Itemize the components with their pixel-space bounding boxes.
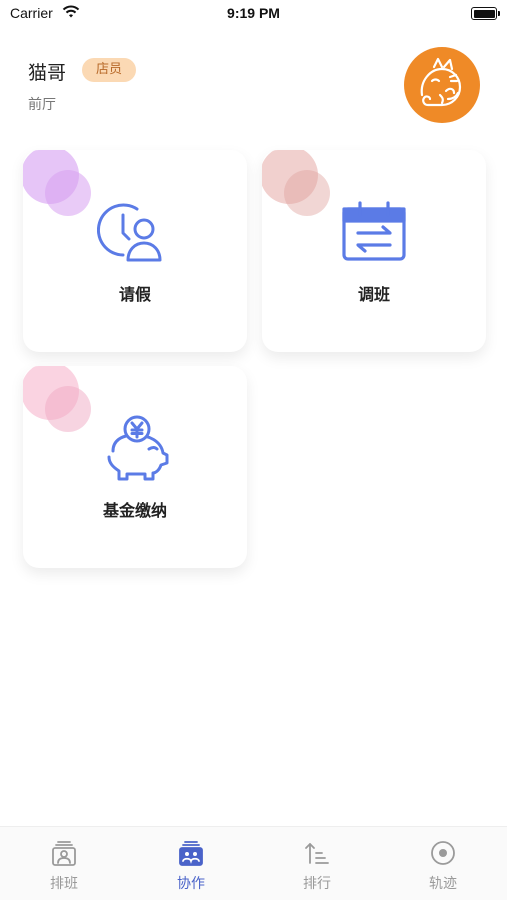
- tab-track-label: 轨迹: [429, 876, 457, 892]
- rank-icon: [305, 843, 329, 864]
- department-label: 前厅: [28, 97, 56, 113]
- track-icon: [431, 841, 455, 865]
- tab-collab-label: 协作: [177, 876, 205, 892]
- schedule-icon: [52, 841, 76, 866]
- battery-icon: [471, 7, 500, 20]
- status-bar: Carrier 9:19 PM: [0, 0, 507, 30]
- avatar[interactable]: [404, 47, 480, 123]
- decorative-blob: [45, 170, 91, 216]
- collab-icon: [179, 841, 203, 866]
- tab-collab[interactable]: 协作: [128, 827, 254, 900]
- leave-card-label: 请假: [118, 285, 151, 304]
- shift-swap-card-label: 调班: [357, 285, 390, 304]
- fund-payment-card-label: 基金缴纳: [102, 501, 167, 520]
- role-badge: 店员: [82, 58, 137, 82]
- decorative-blob: [45, 386, 91, 432]
- tab-rank-label: 排行: [303, 876, 331, 892]
- leave-card[interactable]: 请假: [23, 150, 247, 352]
- tab-rank[interactable]: 排行: [254, 827, 380, 900]
- profile-name: 猫哥: [28, 62, 67, 84]
- decorative-blob: [284, 170, 330, 216]
- shift-swap-card[interactable]: 调班: [262, 150, 486, 352]
- tab-track[interactable]: 轨迹: [380, 827, 506, 900]
- leave-clock-person-icon: [97, 203, 162, 262]
- piggy-bank-yen-icon: [107, 415, 169, 481]
- fund-payment-card[interactable]: 基金缴纳: [23, 366, 247, 568]
- tab-bar: 排班 协作 排行 轨迹: [0, 826, 507, 900]
- calendar-swap-icon: [342, 201, 406, 261]
- cat-avatar-icon: [420, 57, 462, 107]
- tab-schedule-label: 排班: [50, 876, 78, 892]
- status-time: 9:19 PM: [227, 5, 280, 21]
- tab-schedule[interactable]: 排班: [1, 827, 127, 900]
